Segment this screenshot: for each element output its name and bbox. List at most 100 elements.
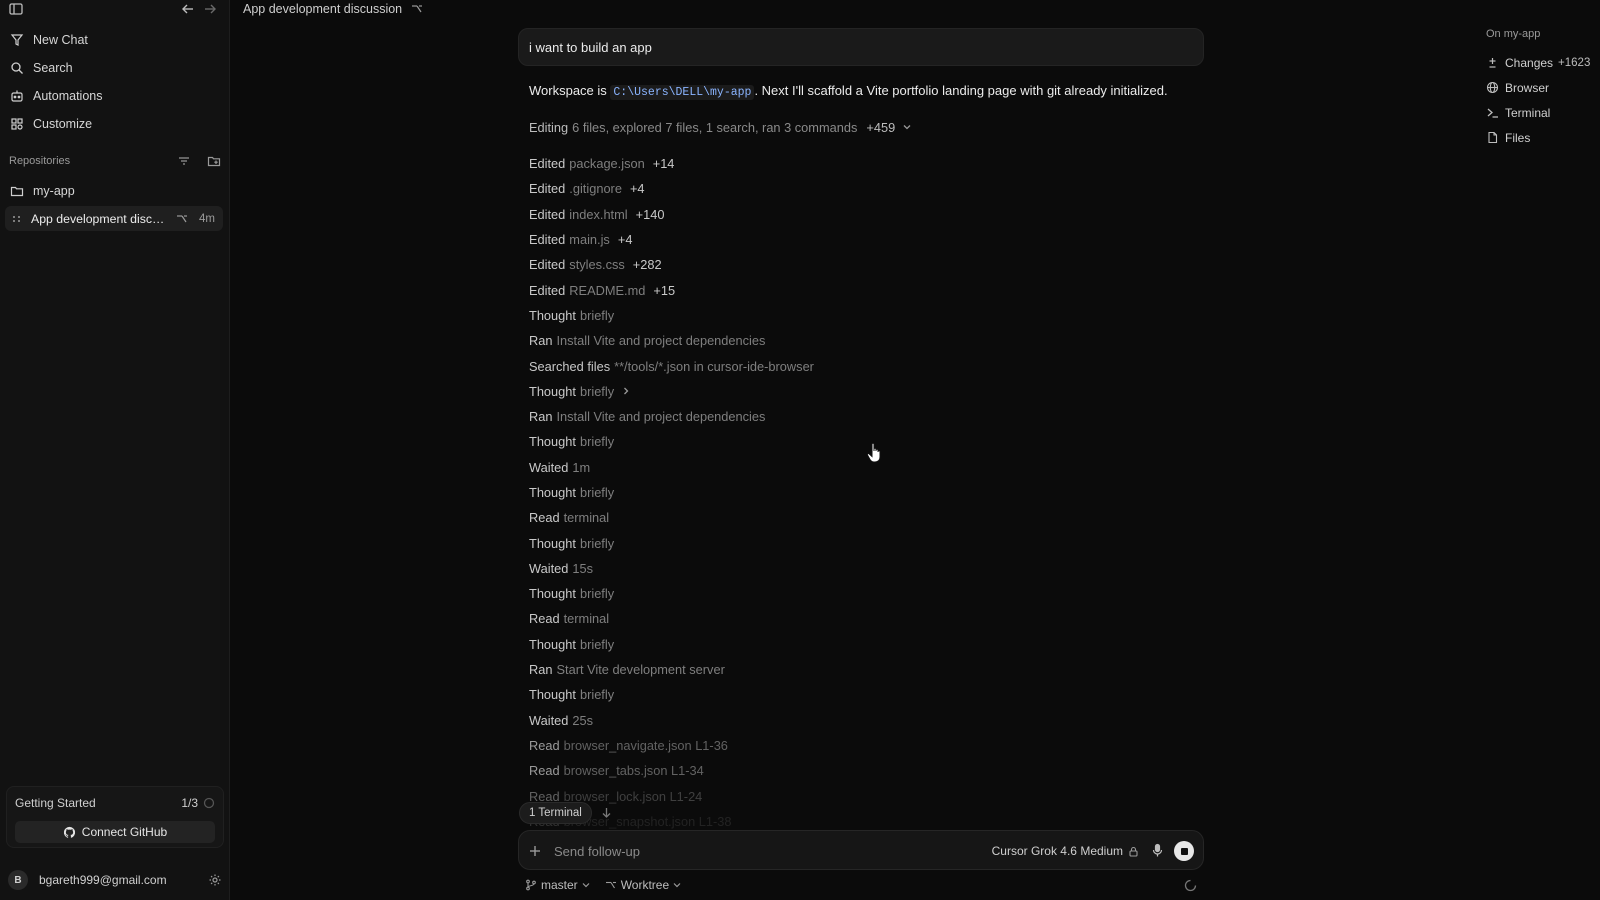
step-target: briefly	[579, 307, 615, 323]
step-target: terminal	[563, 611, 610, 627]
connect-github-label: Connect GitHub	[81, 825, 168, 839]
repo-label: my-app	[33, 184, 75, 198]
activity-step[interactable]: Thought briefly	[529, 581, 1209, 606]
activity-step[interactable]: Edited index.html +140	[529, 202, 1209, 227]
model-selector[interactable]: Cursor Grok 4.6 Medium	[992, 843, 1139, 859]
activity-step[interactable]: Read browser_lock.json L1-24	[529, 783, 1209, 808]
activity-step[interactable]: Ran Start Vite development server	[529, 657, 1209, 682]
terminal-pill[interactable]: 1 Terminal	[519, 802, 592, 824]
step-verb: Edited	[529, 156, 566, 172]
activity-step[interactable]: Thought briefly	[529, 379, 1209, 404]
getting-started-card: Getting Started 1/3 Connect GitHub	[6, 786, 224, 848]
user-account-row[interactable]: B bgareth999@gmail.com	[8, 870, 222, 890]
chevron-right-icon	[620, 385, 632, 397]
activity-step[interactable]: Waited 25s	[529, 708, 1209, 733]
panel-item-files[interactable]: Files	[1486, 125, 1596, 150]
chat-item-label: App development discus...	[31, 211, 170, 226]
add-attachment-icon[interactable]	[527, 843, 543, 859]
microphone-icon[interactable]	[1150, 843, 1165, 858]
nav-automations[interactable]: Automations	[6, 82, 224, 110]
activity-step[interactable]: Edited README.md +15	[529, 277, 1209, 302]
step-verb: Waited	[529, 560, 569, 576]
activity-step[interactable]: Thought briefly	[529, 632, 1209, 657]
step-verb: Read	[529, 510, 560, 526]
forward-arrow-icon[interactable]	[202, 1, 218, 17]
assistant-reply: Workspace is C:\Users\DELL\my-app. Next …	[529, 82, 1209, 102]
chat-item-active[interactable]: App development discus... 4m	[5, 206, 223, 231]
new-chat-icon	[10, 33, 24, 47]
customize-icon	[10, 117, 24, 131]
scroll-down-icon[interactable]	[600, 806, 613, 819]
panel-item-browser[interactable]: Browser	[1486, 75, 1596, 100]
step-verb: Thought	[529, 485, 576, 500]
activity-step[interactable]: Waited 15s	[529, 556, 1209, 581]
gear-icon[interactable]	[208, 873, 222, 887]
step-verb: Thought	[529, 307, 576, 323]
nav-new-chat[interactable]: New Chat	[6, 26, 224, 54]
activity-step[interactable]: Thought briefly	[529, 530, 1209, 555]
workspace-path: C:\Users\DELL\my-app	[610, 85, 755, 100]
step-target: package.json	[569, 156, 645, 172]
github-icon	[63, 826, 76, 839]
activity-step[interactable]: Ran Install Vite and project dependencies	[529, 328, 1209, 353]
step-target: browser_tabs.json L1-34	[563, 763, 704, 779]
back-arrow-icon[interactable]	[180, 1, 196, 17]
terminal-icon	[1486, 106, 1499, 119]
sidebar-toggle-icon[interactable]	[8, 1, 24, 17]
reply-suffix: . Next I'll scaffold a Vite portfolio la…	[754, 83, 1168, 98]
panel-item-terminal[interactable]: Terminal	[1486, 100, 1596, 125]
getting-started-row[interactable]: Getting Started 1/3	[15, 795, 215, 811]
step-verb: Ran	[529, 333, 553, 349]
step-target: browser_lock.json L1-24	[563, 788, 703, 804]
worktree-icon	[175, 212, 189, 226]
step-delta: +282	[632, 257, 662, 273]
nav-customize[interactable]: Customize	[6, 110, 224, 138]
activity-step[interactable]: Ran Install Vite and project dependencies	[529, 404, 1209, 429]
step-verb: Read	[529, 611, 560, 627]
branch-selector[interactable]: master	[525, 878, 591, 892]
page-title-text: App development discussion	[243, 2, 403, 16]
repo-my-app[interactable]: my-app	[6, 179, 224, 203]
step-verb: Edited	[529, 206, 566, 222]
stop-button[interactable]	[1174, 841, 1194, 861]
summary-text: 6 files, explored 7 files, 1 search, ran…	[572, 119, 858, 135]
panel-item-changes[interactable]: Changes +1623	[1486, 50, 1596, 75]
right-panel-heading: On my-app	[1486, 28, 1541, 40]
activity-step[interactable]: Read browser_tabs.json L1-34	[529, 758, 1209, 783]
step-target: Start Vite development server	[556, 662, 725, 678]
activity-step[interactable]: Edited package.json +14	[529, 151, 1209, 176]
avatar: B	[8, 870, 28, 890]
step-verb: Read	[529, 737, 560, 753]
getting-started-count: 1/3	[181, 796, 198, 810]
connect-github-button[interactable]: Connect GitHub	[15, 821, 215, 843]
activity-step[interactable]: Edited styles.css +282	[529, 252, 1209, 277]
activity-step[interactable]: Read browser_navigate.json L1-36	[529, 733, 1209, 758]
step-target: README.md	[569, 282, 646, 298]
worktree-label: Worktree	[620, 878, 670, 892]
activity-step[interactable]: Thought briefly	[529, 303, 1209, 328]
activity-step[interactable]: Thought briefly	[529, 682, 1209, 707]
activity-step[interactable]: Thought briefly	[529, 480, 1209, 505]
add-folder-icon[interactable]	[207, 154, 221, 168]
activity-step[interactable]: Edited .gitignore +4	[529, 176, 1209, 201]
activity-step[interactable]: Edited main.js +4	[529, 227, 1209, 252]
drag-handle-icon	[10, 212, 24, 226]
step-target: 1m	[572, 459, 591, 475]
filter-icon[interactable]	[177, 154, 191, 168]
activity-step[interactable]: Searched files **/tools/*.json in cursor-…	[529, 353, 1209, 378]
nav-search[interactable]: Search	[6, 54, 224, 82]
activity-summary[interactable]: Editing 6 files, explored 7 files, 1 sea…	[529, 118, 913, 136]
user-email: bgareth999@gmail.com	[39, 873, 167, 887]
worktree-selector[interactable]: Worktree	[605, 878, 682, 892]
file-icon	[1486, 131, 1499, 144]
step-target: styles.css	[569, 257, 625, 273]
follow-up-input[interactable]	[554, 840, 954, 862]
panel-item-label: Terminal	[1505, 105, 1551, 120]
composer: Cursor Grok 4.6 Medium	[518, 830, 1204, 870]
globe-icon	[1486, 81, 1499, 94]
changes-count-badge: +1623	[1558, 56, 1591, 69]
activity-step[interactable]: Read terminal	[529, 505, 1209, 530]
step-verb: Edited	[529, 232, 566, 248]
step-target: browser_navigate.json L1-36	[563, 737, 728, 753]
activity-step[interactable]: Read terminal	[529, 606, 1209, 631]
